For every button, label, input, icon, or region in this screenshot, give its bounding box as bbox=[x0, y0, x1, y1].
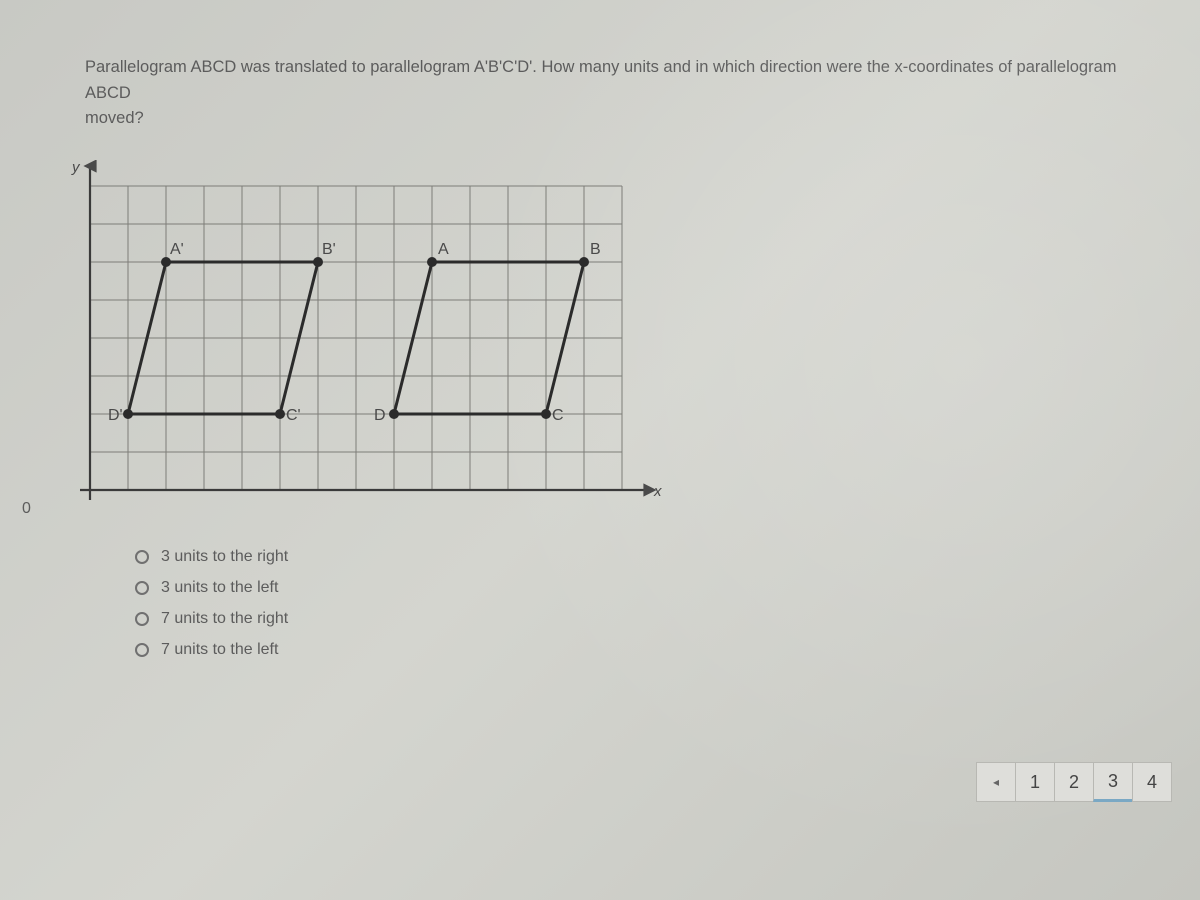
answer-option[interactable]: 3 units to the left bbox=[135, 579, 1130, 597]
answer-label: 7 units to the left bbox=[161, 641, 278, 659]
pager-page-2[interactable]: 2 bbox=[1054, 762, 1094, 802]
page-number: 3 bbox=[1108, 771, 1118, 792]
pagination: ◂ 1 2 3 4 bbox=[977, 762, 1172, 802]
question-text: Parallelogram ABCD was translated to par… bbox=[85, 55, 1130, 132]
answer-options: 3 units to the right 3 units to the left… bbox=[135, 548, 1130, 659]
label-b-prime: B' bbox=[322, 241, 336, 258]
page-number: 2 bbox=[1069, 772, 1079, 793]
pager-page-4[interactable]: 4 bbox=[1132, 762, 1172, 802]
answer-option[interactable]: 7 units to the left bbox=[135, 641, 1130, 659]
label-b: B bbox=[590, 241, 601, 258]
radio-icon bbox=[135, 643, 149, 657]
answer-label: 3 units to the right bbox=[161, 548, 288, 566]
label-d-prime: D' bbox=[108, 407, 123, 424]
question-line-2: moved? bbox=[85, 109, 144, 127]
label-a: A bbox=[438, 241, 449, 258]
radio-icon bbox=[135, 581, 149, 595]
label-c: C bbox=[552, 407, 564, 424]
answer-label: 7 units to the right bbox=[161, 610, 288, 628]
answer-option[interactable]: 7 units to the right bbox=[135, 610, 1130, 628]
coordinate-graph: y x A' B' C' D' A B C D bbox=[30, 160, 670, 520]
radio-icon bbox=[135, 550, 149, 564]
pager-prev-button[interactable]: ◂ bbox=[976, 762, 1016, 802]
label-d: D bbox=[374, 407, 386, 424]
chevron-left-icon: ◂ bbox=[993, 775, 999, 789]
radio-icon bbox=[135, 612, 149, 626]
question-line-1: Parallelogram ABCD was translated to par… bbox=[85, 58, 1117, 102]
x-axis-label: x bbox=[653, 483, 662, 500]
label-a-prime: A' bbox=[170, 241, 184, 258]
pager-page-3[interactable]: 3 bbox=[1093, 762, 1133, 802]
page-number: 4 bbox=[1147, 772, 1157, 793]
graph-container: 0 bbox=[30, 160, 1130, 520]
y-axis-label: y bbox=[71, 160, 81, 176]
label-c-prime: C' bbox=[286, 407, 301, 424]
origin-label: 0 bbox=[22, 500, 31, 518]
answer-option[interactable]: 3 units to the right bbox=[135, 548, 1130, 566]
pager-page-1[interactable]: 1 bbox=[1015, 762, 1055, 802]
page-number: 1 bbox=[1030, 772, 1040, 793]
answer-label: 3 units to the left bbox=[161, 579, 278, 597]
